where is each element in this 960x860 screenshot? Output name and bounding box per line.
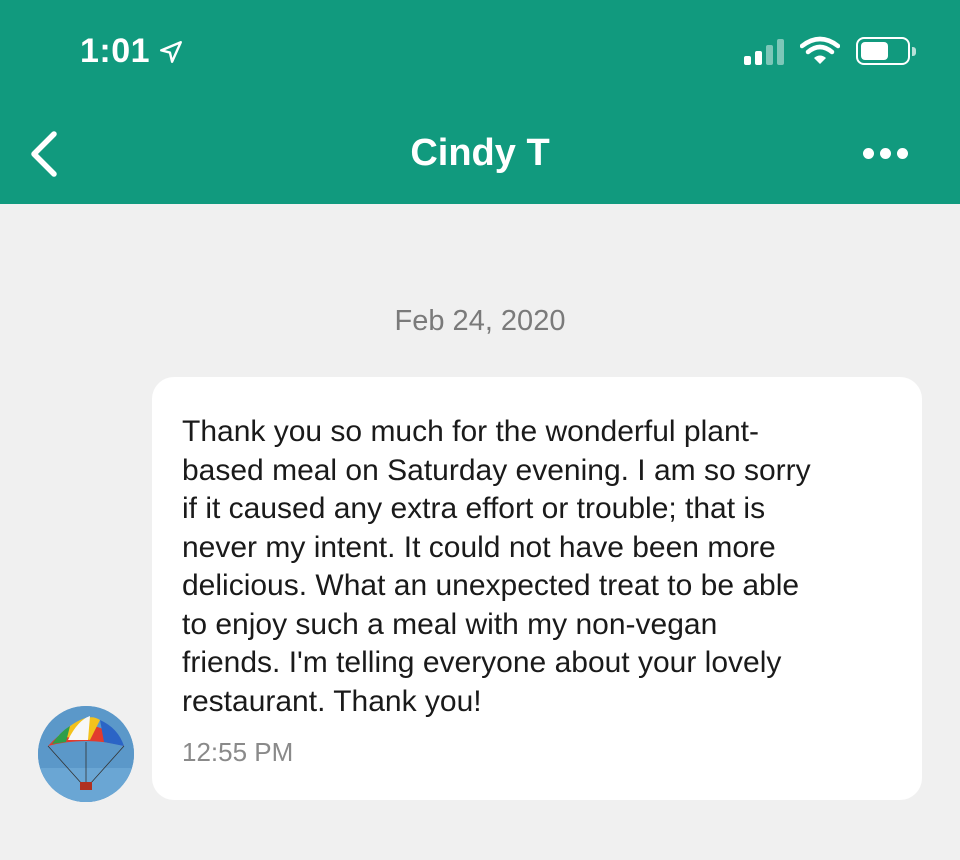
more-dot (897, 148, 908, 159)
top-bar: 1:01 Cindy T (0, 0, 960, 204)
parasail-photo (38, 706, 134, 802)
message-timestamp: 12:55 PM (182, 737, 294, 767)
battery-icon (856, 37, 916, 65)
more-options-button[interactable] (863, 148, 908, 159)
avatar[interactable] (38, 706, 134, 802)
status-icons (744, 36, 916, 66)
message-bubble[interactable]: Thank you so much for the wonderful plan… (152, 377, 922, 800)
time-text: 1:01 (80, 32, 151, 70)
conversation-date: Feb 24, 2020 (394, 305, 566, 337)
more-dot (863, 148, 874, 159)
more-dot (880, 148, 891, 159)
wifi-icon (800, 36, 840, 64)
cellular-signal-icon (744, 37, 784, 65)
conversation-title: Cindy T (410, 132, 550, 174)
battery-fill (861, 42, 889, 60)
message-text: Thank you so much for the wonderful plan… (182, 415, 811, 718)
location-arrow-icon (160, 40, 183, 63)
status-bar-time: 1:01 (80, 32, 184, 71)
